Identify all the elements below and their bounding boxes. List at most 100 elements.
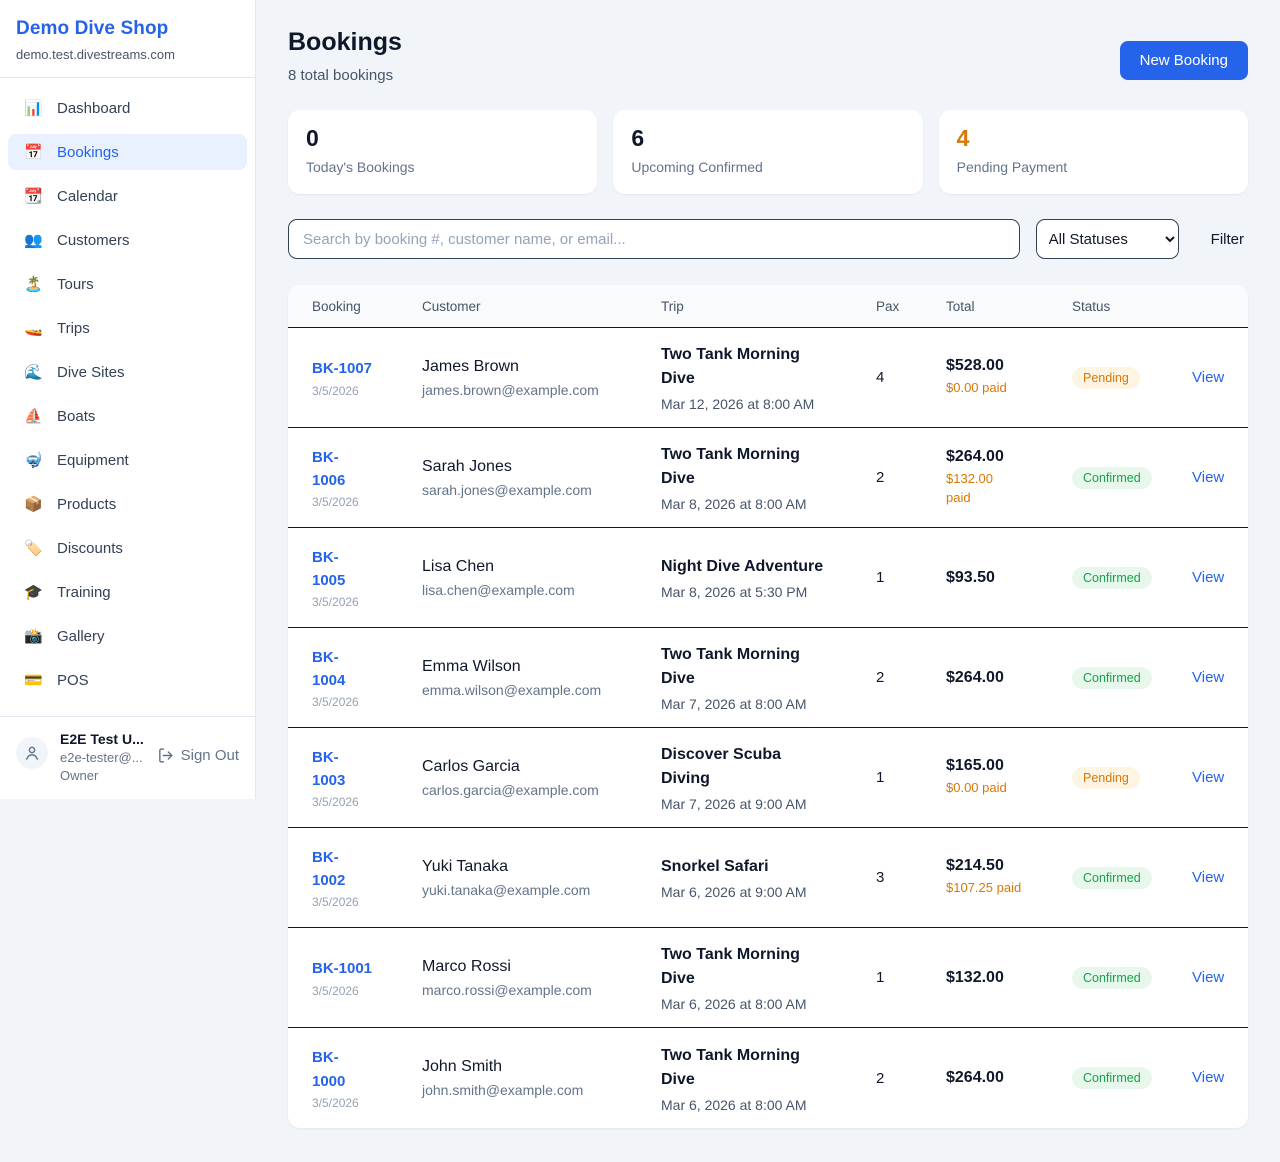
trip-name: Two Tank Morning Dive — [661, 443, 876, 491]
trip-datetime: Mar 8, 2026 at 8:00 AM — [661, 496, 876, 512]
bookings-icon: 📅 — [23, 143, 44, 161]
status-select[interactable]: All Statuses — [1036, 219, 1179, 259]
sidebar-item-equipment[interactable]: 🤿 Equipment — [8, 442, 247, 478]
table-row: BK- 1003 3/5/2026 Carlos Garcia carlos.g… — [288, 728, 1248, 828]
sidebar-item-label: POS — [57, 672, 89, 689]
sidebar-item-tours[interactable]: 🏝️ Tours — [8, 266, 247, 302]
trip-cell: Night Dive Adventure Mar 8, 2026 at 5:30… — [661, 555, 876, 600]
trip-datetime: Mar 8, 2026 at 5:30 PM — [661, 584, 876, 600]
shop-domain: demo.test.divestreams.com — [16, 47, 239, 62]
view-booking-link[interactable]: View — [1192, 969, 1224, 986]
sidebar-item-boats[interactable]: ⛵ Boats — [8, 398, 247, 434]
view-booking-link[interactable]: View — [1192, 869, 1224, 886]
sidebar-item-label: Discounts — [57, 540, 123, 557]
total-amount: $528.00 — [946, 357, 1072, 375]
sidebar-item-products[interactable]: 📦 Products — [8, 486, 247, 522]
trip-name: Snorkel Safari — [661, 855, 876, 879]
pax-count: 4 — [876, 369, 946, 386]
new-booking-button[interactable]: New Booking — [1120, 41, 1248, 80]
stat-card: 6 Upcoming Confirmed — [613, 110, 922, 194]
customer-cell: John Smith john.smith@example.com — [422, 1058, 661, 1098]
trip-name: Night Dive Adventure — [661, 555, 876, 579]
trip-cell: Two Tank Morning Dive Mar 8, 2026 at 8:0… — [661, 443, 876, 512]
sign-out-button[interactable]: Sign Out — [157, 747, 239, 764]
total-cell: $165.00 $0.00 paid — [946, 757, 1072, 798]
page-title-block: Bookings 8 total bookings — [288, 28, 402, 84]
view-booking-link[interactable]: View — [1192, 669, 1224, 686]
trip-name: Two Tank Morning Dive — [661, 343, 876, 391]
products-icon: 📦 — [23, 495, 44, 513]
customer-email: james.brown@example.com — [422, 382, 661, 398]
view-booking-link[interactable]: View — [1192, 769, 1224, 786]
customer-email: yuki.tanaka@example.com — [422, 882, 661, 898]
booking-id-link[interactable]: BK- 1000 — [312, 1046, 345, 1093]
user-icon — [23, 744, 41, 762]
sidebar-item-dive-sites[interactable]: 🌊 Dive Sites — [8, 354, 247, 390]
view-booking-link[interactable]: View — [1192, 1069, 1224, 1086]
status-badge: Pending — [1072, 367, 1140, 389]
customer-cell: Yuki Tanaka yuki.tanaka@example.com — [422, 858, 661, 898]
stat-value: 4 — [957, 125, 1230, 152]
dashboard-icon: 📊 — [23, 99, 44, 117]
customer-cell: Marco Rossi marco.rossi@example.com — [422, 958, 661, 998]
user-info: E2E Test U... e2e-tester@... Owner — [60, 731, 145, 783]
booking-id-link[interactable]: BK- 1003 — [312, 746, 345, 793]
pax-count: 2 — [876, 1070, 946, 1087]
filter-button[interactable]: Filter — [1211, 231, 1244, 248]
tours-icon: 🏝️ — [23, 275, 44, 293]
customer-email: emma.wilson@example.com — [422, 682, 661, 698]
table-row: BK- 1000 3/5/2026 John Smith john.smith@… — [288, 1028, 1248, 1128]
booking-id-link[interactable]: BK- 1006 — [312, 446, 345, 493]
column-header-trip: Trip — [661, 299, 876, 314]
status-badge: Confirmed — [1072, 567, 1152, 589]
status-badge: Confirmed — [1072, 867, 1152, 889]
sidebar-item-calendar[interactable]: 📆 Calendar — [8, 178, 247, 214]
total-amount: $264.00 — [946, 669, 1072, 687]
sidebar-item-gallery[interactable]: 📸 Gallery — [8, 618, 247, 654]
view-booking-link[interactable]: View — [1192, 469, 1224, 486]
stat-label: Pending Payment — [957, 159, 1230, 175]
sidebar-item-bookings[interactable]: 📅 Bookings — [8, 134, 247, 170]
trip-datetime: Mar 6, 2026 at 9:00 AM — [661, 884, 876, 900]
trip-cell: Two Tank Morning Dive Mar 6, 2026 at 8:0… — [661, 1044, 876, 1113]
sidebar-item-customers[interactable]: 👥 Customers — [8, 222, 247, 258]
view-booking-link[interactable]: View — [1192, 569, 1224, 586]
booking-created-date: 3/5/2026 — [312, 895, 422, 909]
booking-id-link[interactable]: BK- 1002 — [312, 846, 345, 893]
trip-datetime: Mar 6, 2026 at 8:00 AM — [661, 1097, 876, 1113]
customer-name: Emma Wilson — [422, 658, 661, 676]
total-amount: $165.00 — [946, 757, 1072, 775]
sidebar-item-dashboard[interactable]: 📊 Dashboard — [8, 90, 247, 126]
customer-name: Sarah Jones — [422, 458, 661, 476]
customer-cell: Emma Wilson emma.wilson@example.com — [422, 658, 661, 698]
pax-count: 2 — [876, 469, 946, 486]
search-input[interactable] — [288, 219, 1020, 259]
column-header-total: Total — [946, 299, 1072, 314]
trip-cell: Two Tank Morning Dive Mar 6, 2026 at 8:0… — [661, 943, 876, 1012]
boats-icon: ⛵ — [23, 407, 44, 425]
sidebar-item-discounts[interactable]: 🏷️ Discounts — [8, 530, 247, 566]
total-cell: $93.50 — [946, 569, 1072, 587]
sidebar-item-label: Dashboard — [57, 100, 130, 117]
table-row: BK- 1004 3/5/2026 Emma Wilson emma.wilso… — [288, 628, 1248, 728]
sidebar-item-label: Products — [57, 496, 116, 513]
trip-datetime: Mar 7, 2026 at 8:00 AM — [661, 696, 876, 712]
stat-card: 4 Pending Payment — [939, 110, 1248, 194]
booking-id-link[interactable]: BK- 1005 — [312, 546, 345, 593]
view-booking-link[interactable]: View — [1192, 369, 1224, 386]
customer-name: Yuki Tanaka — [422, 858, 661, 876]
sidebar-item-pos[interactable]: 💳 POS — [8, 662, 247, 698]
booking-id-link[interactable]: BK-1001 — [312, 957, 372, 980]
view-cell: View — [1192, 869, 1224, 887]
sidebar-item-training[interactable]: 🎓 Training — [8, 574, 247, 610]
booking-created-date: 3/5/2026 — [312, 384, 422, 398]
booking-id-link[interactable]: BK- 1004 — [312, 646, 345, 693]
equipment-icon: 🤿 — [23, 451, 44, 469]
booking-cell: BK- 1005 3/5/2026 — [312, 546, 422, 610]
calendar-icon: 📆 — [23, 187, 44, 205]
total-amount: $93.50 — [946, 569, 1072, 587]
sidebar-item-trips[interactable]: 🚤 Trips — [8, 310, 247, 346]
total-cell: $214.50 $107.25 paid — [946, 857, 1072, 898]
status-cell: Pending — [1072, 367, 1192, 389]
booking-id-link[interactable]: BK-1007 — [312, 357, 372, 380]
